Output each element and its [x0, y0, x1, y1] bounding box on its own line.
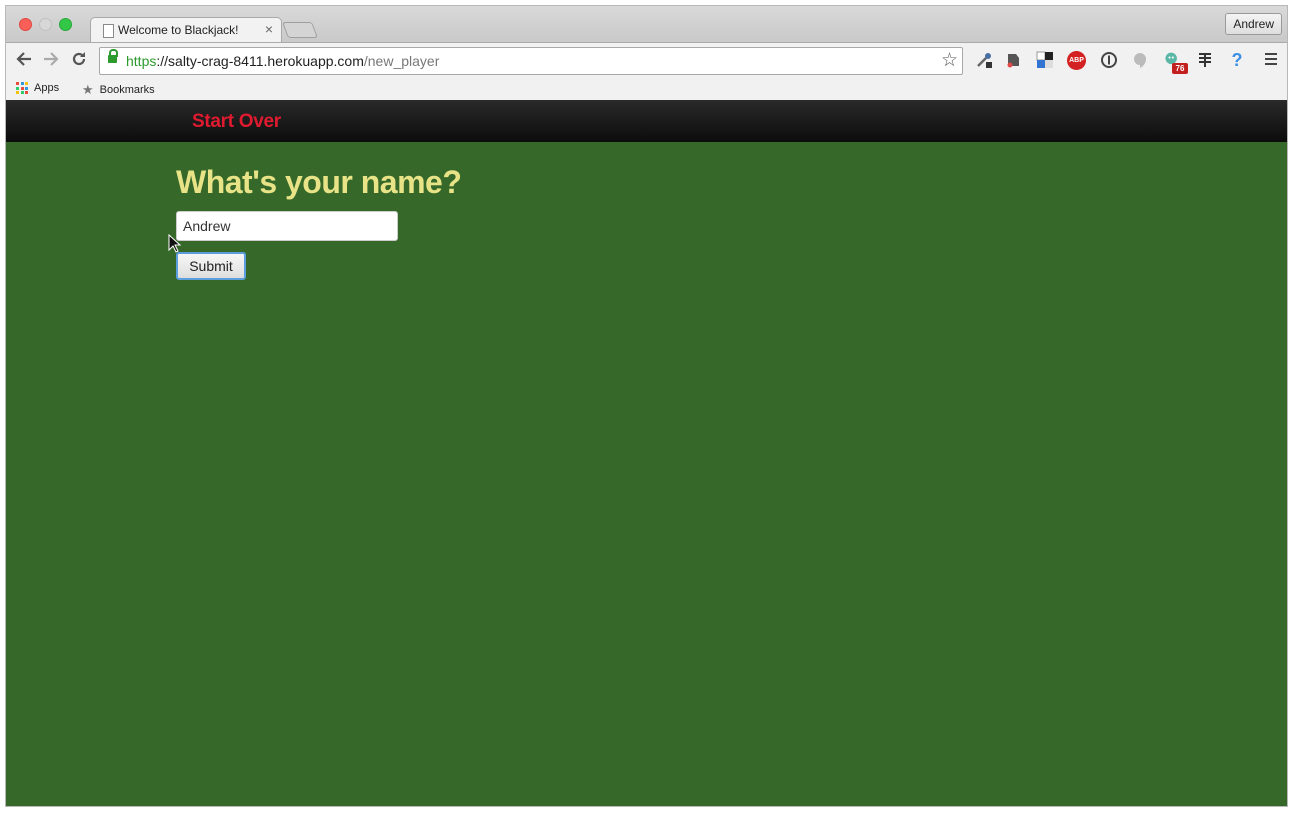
url-host: ://salty-crag-8411.herokuapp.com [156, 53, 364, 69]
bookmark-folder-label: Bookmarks [99, 84, 155, 96]
url-scheme: https [126, 53, 157, 69]
menu-icon[interactable] [1265, 53, 1277, 68]
adblock-icon[interactable]: ABP [1067, 51, 1086, 70]
lock-icon [108, 49, 118, 63]
url-path: /new_player [363, 53, 440, 69]
delicious-icon[interactable] [1036, 51, 1054, 69]
new-tab-button[interactable] [282, 22, 318, 38]
window-close-button[interactable] [19, 18, 32, 31]
page-content: Start Over What's your name? Submit [6, 100, 1287, 806]
bookmark-folder[interactable]: ★ Bookmarks [82, 82, 155, 98]
address-bar[interactable]: https://salty-crag-8411.herokuapp.com/ne… [99, 47, 963, 75]
page-title: What's your name? [176, 164, 462, 200]
site-navbar: Start Over [6, 100, 1287, 142]
reload-icon[interactable] [69, 50, 89, 70]
start-over-link[interactable]: Start Over [192, 111, 281, 133]
help-icon[interactable]: ? [1228, 50, 1246, 70]
browser-toolbar: https://salty-crag-8411.herokuapp.com/ne… [6, 42, 1287, 79]
submit-button[interactable]: Submit [176, 252, 246, 280]
bookmark-star-icon[interactable]: ☆ [941, 49, 958, 72]
bookmarks-bar: Apps ★ Bookmarks [6, 78, 1287, 101]
profile-button[interactable]: Andrew [1225, 13, 1282, 35]
window-minimize-button[interactable] [39, 18, 52, 31]
bookmark-star-icon: ★ [82, 82, 94, 97]
apps-grid-icon [16, 82, 28, 94]
onepassword-icon[interactable] [1100, 51, 1118, 69]
eyedropper-icon[interactable] [975, 51, 993, 69]
bookmark-apps-label: Apps [34, 82, 60, 94]
extension-badge: 76 [1172, 63, 1188, 74]
back-icon[interactable] [14, 50, 34, 70]
wappalyzer-icon[interactable] [1196, 51, 1214, 69]
page-icon [103, 24, 114, 38]
evernote-icon[interactable] [1004, 51, 1022, 69]
title-bar: Welcome to Blackjack! × Andrew [6, 6, 1287, 43]
forward-icon[interactable] [41, 50, 61, 70]
bookmark-apps[interactable]: Apps [16, 82, 59, 94]
close-tab-icon[interactable]: × [265, 21, 273, 37]
browser-window: Welcome to Blackjack! × Andrew https://s… [6, 6, 1287, 806]
hangouts-icon[interactable] [1131, 51, 1149, 69]
name-input[interactable] [176, 211, 398, 241]
window-maximize-button[interactable] [59, 18, 72, 31]
tab-title: Welcome to Blackjack! [118, 23, 239, 37]
url-text: https://salty-crag-8411.herokuapp.com/ne… [126, 53, 439, 69]
tab-welcome[interactable]: Welcome to Blackjack! × [90, 17, 282, 43]
